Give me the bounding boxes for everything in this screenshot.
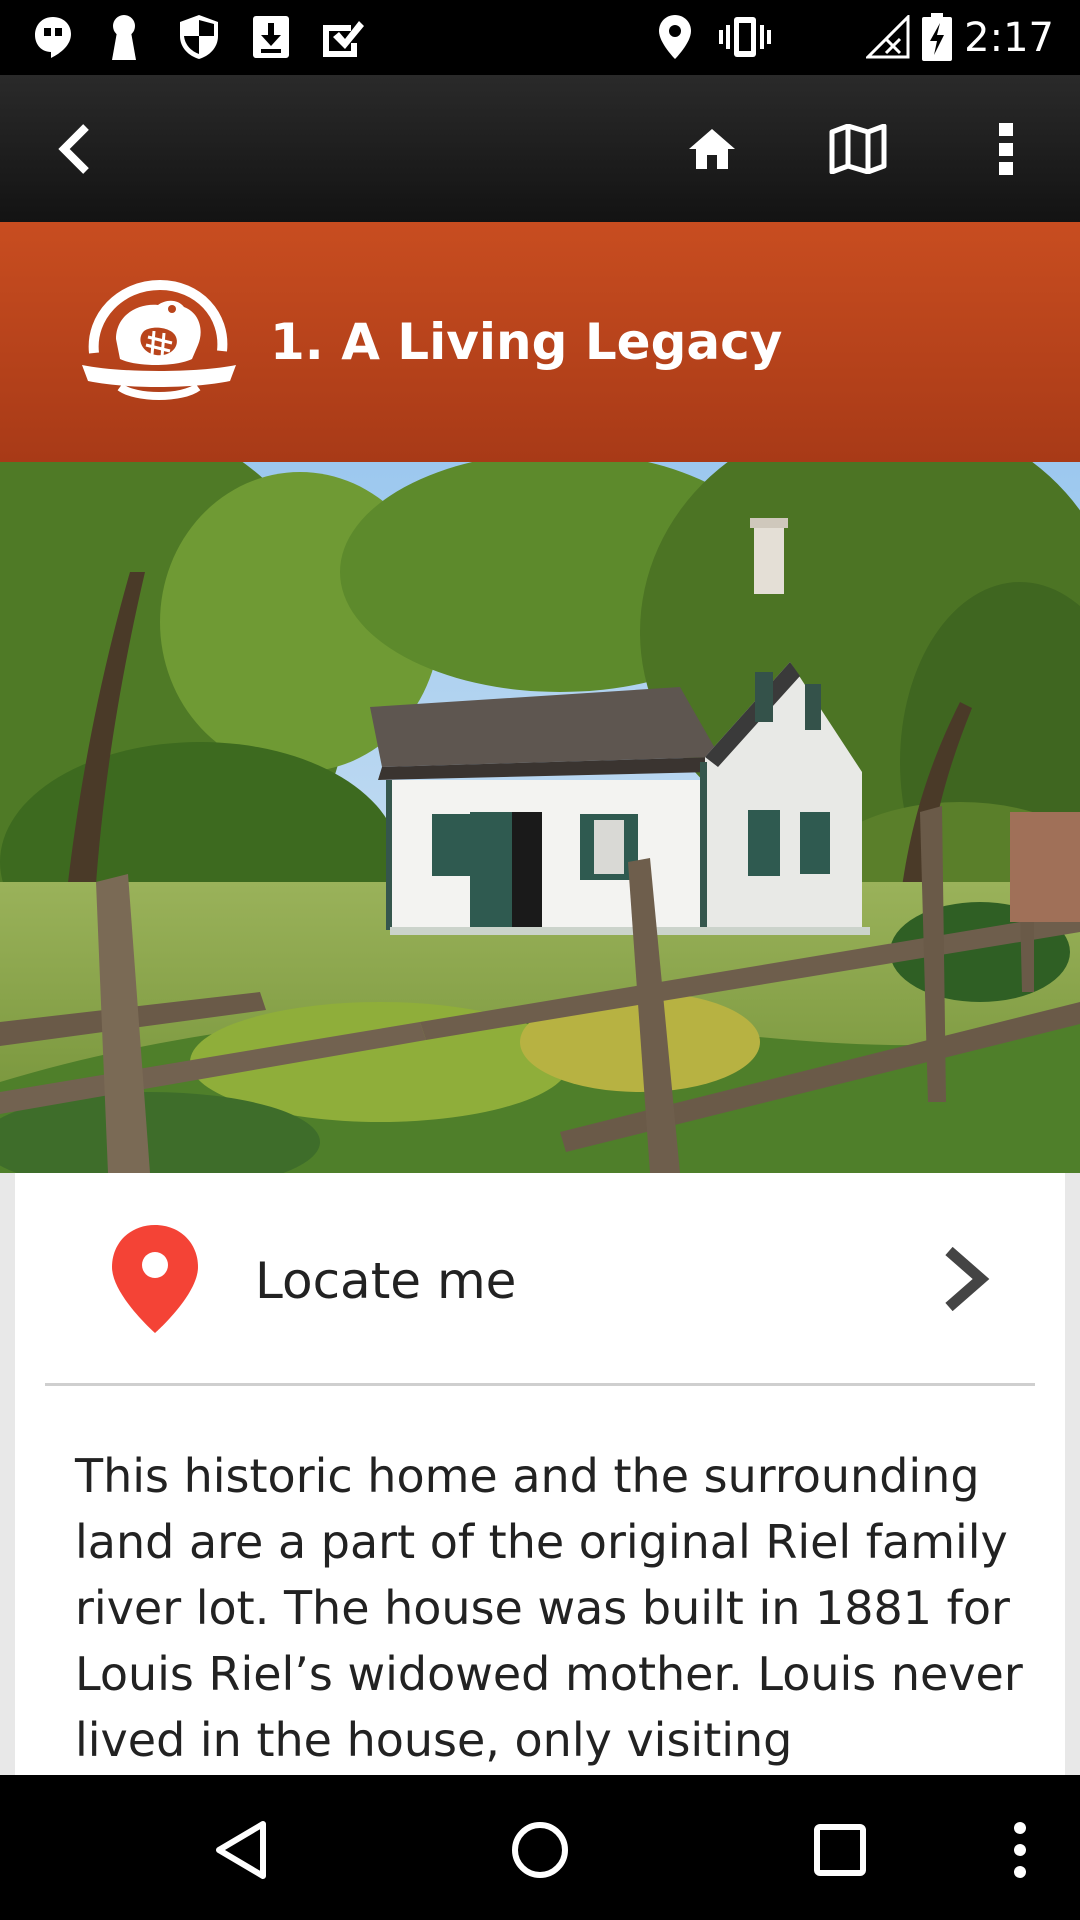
back-arrow-icon[interactable] <box>38 113 110 185</box>
shield-icon <box>176 14 222 60</box>
map-pin-icon <box>110 1223 200 1335</box>
location-icon <box>654 14 696 60</box>
chevron-right-icon <box>935 1246 995 1312</box>
battery-charging-icon <box>920 13 954 61</box>
checkmark-icon <box>320 14 366 60</box>
keyhole-icon <box>104 14 144 60</box>
navigation-bar <box>0 1775 1080 1920</box>
description-text: This historic home and the surrounding l… <box>75 1449 1023 1767</box>
content-card: Locate me This historic home and the sur… <box>15 1173 1065 1775</box>
home-circle-icon[interactable] <box>495 1805 585 1895</box>
status-bar: 2:17 <box>0 0 1080 75</box>
locate-me-label: Locate me <box>255 1252 517 1310</box>
hangouts-icon <box>30 14 76 60</box>
status-time: 2:17 <box>964 15 1054 61</box>
recents-square-icon[interactable] <box>795 1805 885 1895</box>
historic-house-photo <box>0 462 1080 1173</box>
app-bar <box>0 75 1080 222</box>
divider <box>45 1383 1035 1386</box>
overflow-menu-icon[interactable] <box>970 113 1042 185</box>
vibrate-icon <box>718 14 772 60</box>
download-icon <box>250 14 292 60</box>
no-signal-icon <box>866 14 910 60</box>
locate-me-row[interactable]: Locate me <box>15 1173 1065 1383</box>
title-banner: 1. A Living Legacy <box>0 222 1080 462</box>
content-area: Locate me This historic home and the sur… <box>0 1173 1080 1775</box>
parks-canada-beaver-logo <box>80 277 238 403</box>
more-dots-icon[interactable] <box>975 1805 1065 1895</box>
back-triangle-icon[interactable] <box>196 1805 286 1895</box>
home-icon[interactable] <box>676 113 748 185</box>
page-title: 1. A Living Legacy <box>270 313 783 371</box>
map-icon[interactable] <box>822 113 894 185</box>
